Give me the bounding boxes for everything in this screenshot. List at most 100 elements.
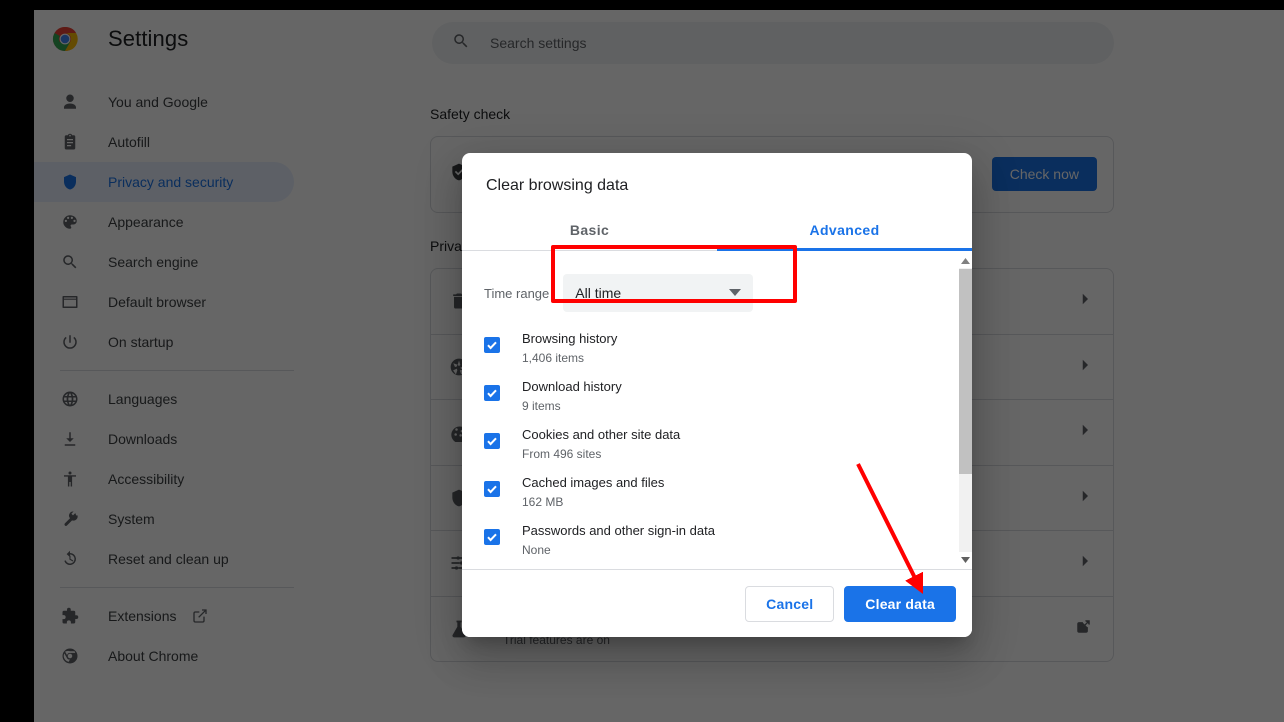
shield-icon [60, 172, 80, 192]
clear-browsing-data-dialog: Clear browsing data Basic Advanced Time … [462, 153, 972, 637]
history-restore-icon [60, 549, 80, 569]
chrome-outline-icon [60, 646, 80, 666]
check-now-button[interactable]: Check now [992, 157, 1097, 191]
dialog-tabs: Basic Advanced [462, 209, 972, 251]
checkbox-item-browsing-history[interactable]: Browsing history 1,406 items [462, 325, 972, 373]
tab-advanced[interactable]: Advanced [717, 209, 972, 250]
palette-icon [60, 212, 80, 232]
search-icon [60, 252, 80, 272]
dialog-scrollbar[interactable] [957, 251, 972, 569]
checkbox-label: Download history [522, 378, 622, 396]
sidebar-item-extensions[interactable]: Extensions [34, 596, 294, 636]
sidebar-item-autofill[interactable]: Autofill [34, 122, 294, 162]
checkbox-label: Cached images and files [522, 474, 664, 492]
chrome-settings-window: Settings You and Google Autofill Privacy… [34, 10, 1284, 722]
chevron-right-icon [1079, 292, 1091, 310]
time-range-select[interactable]: All time [563, 274, 753, 312]
sidebar-item-label: Privacy and security [108, 174, 233, 190]
time-range-row: Time range All time [462, 265, 972, 321]
checkbox-checked-icon[interactable] [484, 385, 500, 401]
sidebar-item-privacy-and-security[interactable]: Privacy and security [34, 162, 294, 202]
wrench-icon [60, 509, 80, 529]
sidebar-item-label: Extensions [108, 608, 176, 624]
scrollbar-thumb[interactable] [959, 269, 972, 474]
sidebar-item-system[interactable]: System [34, 499, 294, 539]
globe-icon [60, 389, 80, 409]
checkbox-checked-icon[interactable] [484, 337, 500, 353]
sidebar-item-you-and-google[interactable]: You and Google [34, 82, 294, 122]
sidebar-item-label: Languages [108, 391, 177, 407]
sidebar-item-label: Search engine [108, 254, 198, 270]
sidebar-item-label: Accessibility [108, 471, 184, 487]
browser-window-icon [60, 292, 80, 312]
chevron-right-icon [1079, 423, 1091, 441]
page-frame: Settings You and Google Autofill Privacy… [0, 0, 1284, 722]
chevron-right-icon [1079, 554, 1091, 572]
scroll-down-arrow-icon[interactable] [958, 552, 972, 567]
sidebar-item-label: Autofill [108, 134, 150, 150]
brand-header: Settings [34, 10, 324, 68]
checkbox-checked-icon[interactable] [484, 529, 500, 545]
checkbox-sublabel: 1,406 items [522, 350, 617, 366]
clipboard-icon [60, 132, 80, 152]
cancel-button[interactable]: Cancel [745, 586, 834, 622]
search-input[interactable]: Search settings [432, 22, 1114, 64]
checkbox-item-cached-images-and-files[interactable]: Cached images and files 162 MB [462, 469, 972, 517]
dialog-title: Clear browsing data [462, 153, 972, 209]
checkbox-checked-icon[interactable] [484, 481, 500, 497]
time-range-value: All time [575, 285, 621, 301]
sidebar-item-label: Appearance [108, 214, 184, 230]
data-type-list: Browsing history 1,406 items Download hi… [462, 325, 972, 569]
clear-data-button[interactable]: Clear data [844, 586, 956, 622]
checkbox-item-autofill-form-data[interactable]: Autofill form data [462, 565, 972, 569]
checkbox-item-cookies-and-other-site-data[interactable]: Cookies and other site data From 496 sit… [462, 421, 972, 469]
dialog-footer: Cancel Clear data [462, 569, 972, 637]
tab-basic[interactable]: Basic [462, 209, 717, 250]
search-placeholder: Search settings [490, 35, 587, 51]
open-in-new-icon [1076, 619, 1091, 639]
sidebar-divider-1 [60, 370, 294, 371]
checkbox-item-passwords-and-other-sign-in-data[interactable]: Passwords and other sign-in data None [462, 517, 972, 565]
open-in-new-icon[interactable] [192, 608, 208, 624]
sidebar-item-on-startup[interactable]: On startup [34, 322, 294, 362]
sidebar-item-downloads[interactable]: Downloads [34, 419, 294, 459]
safety-check-heading: Safety check [430, 106, 510, 122]
chevron-right-icon [1079, 489, 1091, 507]
sidebar-item-label: About Chrome [108, 648, 198, 664]
dialog-scroll-region: Time range All time Browsing history 1,4… [462, 251, 972, 569]
time-range-label: Time range [484, 286, 549, 301]
sidebar-item-search-engine[interactable]: Search engine [34, 242, 294, 282]
sidebar-item-label: Default browser [108, 294, 206, 310]
checkbox-item-download-history[interactable]: Download history 9 items [462, 373, 972, 421]
sidebar-item-appearance[interactable]: Appearance [34, 202, 294, 242]
puzzle-icon [60, 606, 80, 626]
sidebar-item-about-chrome[interactable]: About Chrome [34, 636, 294, 676]
checkbox-sublabel: 9 items [522, 398, 622, 414]
checkbox-sublabel: None [522, 542, 715, 558]
sidebar-item-label: You and Google [108, 94, 208, 110]
sidebar-item-reset-and-clean-up[interactable]: Reset and clean up [34, 539, 294, 579]
sidebar-item-label: System [108, 511, 155, 527]
checkbox-label: Passwords and other sign-in data [522, 522, 715, 540]
sidebar-item-label: Downloads [108, 431, 177, 447]
sidebar-item-languages[interactable]: Languages [34, 379, 294, 419]
chevron-down-icon [729, 284, 741, 302]
accessibility-icon [60, 469, 80, 489]
sidebar-nav-secondary: Languages Downloads Accessibility System… [34, 379, 324, 579]
chevron-right-icon [1079, 358, 1091, 376]
download-icon [60, 429, 80, 449]
checkbox-checked-icon[interactable] [484, 433, 500, 449]
person-icon [60, 92, 80, 112]
dialog-body: Time range All time Browsing history 1,4… [462, 251, 972, 569]
sidebar-item-label: Reset and clean up [108, 551, 229, 567]
sidebar-item-default-browser[interactable]: Default browser [34, 282, 294, 322]
page-title: Settings [108, 26, 188, 52]
sidebar-item-accessibility[interactable]: Accessibility [34, 459, 294, 499]
search-icon [452, 32, 470, 55]
chrome-logo-icon [52, 26, 78, 52]
checkbox-sublabel: From 496 sites [522, 446, 680, 462]
sidebar-nav-primary: You and Google Autofill Privacy and secu… [34, 82, 324, 362]
scroll-up-arrow-icon[interactable] [958, 253, 972, 268]
sidebar-divider-2 [60, 587, 294, 588]
checkbox-sublabel: 162 MB [522, 494, 664, 510]
